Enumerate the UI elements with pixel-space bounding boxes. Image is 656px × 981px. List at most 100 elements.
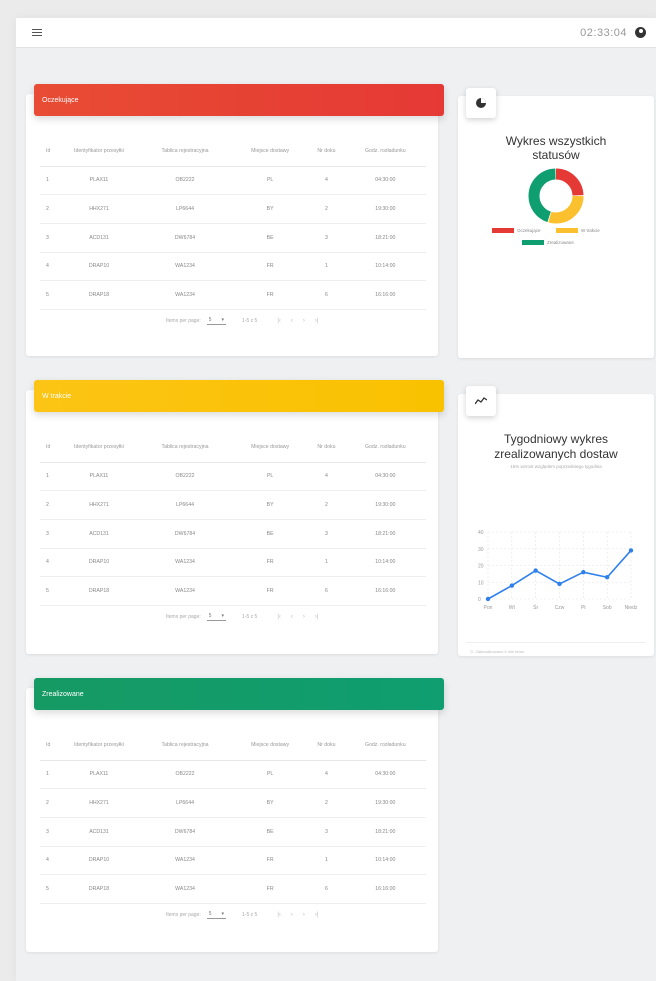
page-range: 1-5 z 5	[242, 912, 258, 918]
data-point	[557, 581, 562, 587]
column-header[interactable]: Godz. rozładunku	[344, 730, 426, 761]
first-page-icon[interactable]: |‹	[277, 912, 281, 918]
next-page-icon[interactable]: ›	[303, 318, 305, 324]
table-cell: LP6644	[138, 788, 233, 818]
column-header[interactable]: Identyfikator przesyłki	[60, 136, 138, 167]
table-cell: 10:14:00	[344, 846, 426, 876]
table-row[interactable]: 2 HHX271 LP6644 BY 2 19:30:00	[40, 788, 426, 818]
column-header[interactable]: Nr doku	[308, 432, 345, 463]
table-cell: 04:30:00	[344, 462, 426, 492]
table-row[interactable]: 5 DRAP18 WA1234 FR 6 16:16:00	[40, 280, 426, 310]
pager-nav: |‹ ‹ › ›|	[277, 912, 318, 918]
legend-done: Zrealizowane	[522, 240, 574, 245]
table-row[interactable]: 4 DRAP10 WA1234 FR 1 10:14:00	[40, 252, 426, 282]
table-row[interactable]: 2 HHX271 LP6644 BY 2 19:30:00	[40, 194, 426, 224]
legend-label-inprogress: W trakcie	[581, 228, 600, 233]
items-per-page-select[interactable]: 5 ▾	[206, 911, 227, 919]
table-cell: BY	[232, 788, 309, 818]
prev-page-icon[interactable]: ‹	[291, 318, 293, 324]
table-row[interactable]: 5 DRAP18 WA1234 FR 6 16:16:00	[40, 874, 426, 904]
prev-page-icon[interactable]: ‹	[291, 614, 293, 620]
column-header[interactable]: Tablica rejestracyjna	[138, 432, 233, 463]
pending-table: Id Identyfikator przesyłki Tablica rejestr…	[40, 136, 426, 310]
column-header[interactable]: Tablica rejestracyjna	[138, 136, 233, 167]
table-cell: 4	[308, 462, 345, 492]
weekly-chart-title-1: Tygodniowy wykres	[503, 432, 609, 446]
items-per-page-select[interactable]: 5 ▾	[206, 317, 227, 325]
table-cell: 19:30:00	[344, 490, 426, 520]
pager-nav: |‹ ‹ › ›|	[277, 614, 318, 620]
table-cell: 19:30:00	[344, 788, 426, 818]
table-cell: 2	[308, 490, 345, 520]
next-page-icon[interactable]: ›	[303, 912, 305, 918]
table-cell: DRAP18	[60, 280, 138, 310]
items-per-page-value: 5	[208, 613, 212, 619]
table-row[interactable]: 5 DRAP18 WA1234 FR 6 16:16:00	[40, 576, 426, 606]
legend-pending: Oczekujące	[492, 228, 541, 233]
x-tick-label: Czw	[555, 605, 565, 611]
table-cell: DW6784	[138, 817, 233, 847]
table-row[interactable]: 1 PLAX11 OB2222 PL 4 04:30:00	[40, 166, 426, 196]
table-cell: 6	[308, 576, 345, 606]
table-row[interactable]: 1 PLAX11 OB2222 PL 4 04:30:00	[40, 462, 426, 492]
table-cell: 3	[40, 223, 60, 253]
column-header[interactable]: Miejsce dostawy	[232, 730, 309, 761]
weekly-chart-title-2: zrealizowanych dostaw	[494, 447, 618, 461]
table-cell: FR	[232, 576, 309, 606]
table-cell: HHX271	[60, 194, 138, 224]
column-header[interactable]: Identyfikator przesyłki	[60, 730, 138, 761]
trending-icon	[475, 397, 487, 405]
table-cell: ACD131	[60, 223, 138, 253]
top-bar: 02:33:04	[16, 18, 656, 48]
table-cell: OB2222	[138, 166, 233, 196]
status-chart-card: Wykres wszystkich statusów Oczekujące W …	[458, 88, 654, 358]
column-header[interactable]: Godz. rozładunku	[344, 136, 426, 167]
first-page-icon[interactable]: |‹	[277, 614, 281, 620]
first-page-icon[interactable]: |‹	[277, 318, 281, 324]
table-cell: BE	[232, 519, 309, 549]
column-header[interactable]: Identyfikator przesyłki	[60, 432, 138, 463]
table-row[interactable]: 1 PLAX11 OB2222 PL 4 04:30:00	[40, 760, 426, 790]
table-cell: DW6784	[138, 519, 233, 549]
next-page-icon[interactable]: ›	[303, 614, 305, 620]
table-cell: PLAX11	[60, 166, 138, 196]
table-cell: 2	[308, 788, 345, 818]
weekly-line-chart: 0 10 20 30 40 Pon Wt Śr Czw Pt Sob Niedz	[478, 530, 638, 611]
items-per-page-select[interactable]: 5 ▾	[206, 613, 227, 621]
column-header[interactable]: Id	[40, 136, 60, 167]
column-header[interactable]: Godz. rozładunku	[344, 432, 426, 463]
dropdown-arrow-icon: ▾	[221, 317, 225, 323]
column-header[interactable]: Nr doku	[308, 136, 345, 167]
column-header[interactable]: Id	[40, 730, 60, 761]
account-icon[interactable]	[635, 27, 646, 38]
column-header[interactable]: Miejsce dostawy	[232, 432, 309, 463]
legend-swatch-inprogress	[556, 228, 578, 233]
pie-chart-icon	[476, 98, 486, 108]
table-cell: FR	[232, 846, 309, 876]
done-header: Zrealizowane	[34, 678, 444, 710]
done-pager: Items per page: 5 ▾ 1-5 z 5 |‹ ‹ › ›|	[166, 911, 318, 919]
legend-inprogress: W trakcie	[556, 228, 600, 233]
trend-icon-box	[466, 386, 496, 416]
column-header[interactable]: Id	[40, 432, 60, 463]
table-row[interactable]: 4 DRAP10 WA1234 FR 1 10:14:00	[40, 846, 426, 876]
table-row[interactable]: 4 DRAP10 WA1234 FR 1 10:14:00	[40, 548, 426, 578]
prev-page-icon[interactable]: ‹	[291, 912, 293, 918]
column-header[interactable]: Nr doku	[308, 730, 345, 761]
last-page-icon[interactable]: ›|	[315, 912, 319, 918]
table-cell: 3	[308, 223, 345, 253]
last-page-icon[interactable]: ›|	[315, 614, 319, 620]
column-header[interactable]: Tablica rejestracyjna	[138, 730, 233, 761]
table-row[interactable]: 3 ACD131 DW6784 BE 3 18:21:00	[40, 519, 426, 549]
table-row[interactable]: 3 ACD131 DW6784 BE 3 18:21:00	[40, 223, 426, 253]
table-row[interactable]: 3 ACD131 DW6784 BE 3 18:21:00	[40, 817, 426, 847]
menu-icon[interactable]	[32, 28, 42, 37]
table-cell: BE	[232, 817, 309, 847]
table-row[interactable]: 2 HHX271 LP6644 BY 2 19:30:00	[40, 490, 426, 520]
table-cell: 16:16:00	[344, 280, 426, 310]
column-header[interactable]: Miejsce dostawy	[232, 136, 309, 167]
table-cell: 18:21:00	[344, 519, 426, 549]
x-tick-label: Pt	[581, 605, 586, 611]
last-page-icon[interactable]: ›|	[315, 318, 319, 324]
table-cell: WA1234	[138, 280, 233, 310]
